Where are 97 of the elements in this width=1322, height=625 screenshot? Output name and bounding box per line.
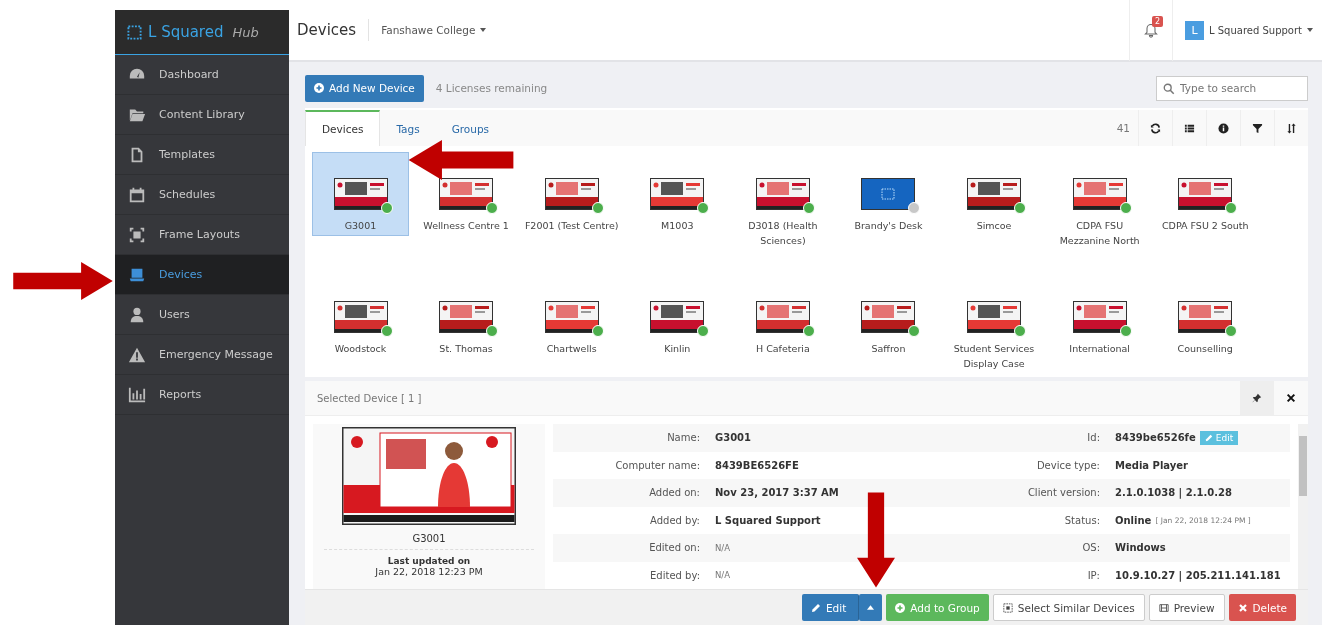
pencil-icon	[810, 602, 821, 613]
device-tile[interactable]: G3001	[313, 153, 408, 235]
tab[interactable]: Tags	[380, 110, 436, 146]
device-tile[interactable]: CDPA FSU Mezzanine North	[1052, 178, 1148, 250]
device-tile[interactable]: Brandy's Desk	[840, 178, 936, 235]
field-label: Added on:	[648, 487, 700, 499]
device-tile[interactable]: D3018 (Health Sciences)	[735, 178, 831, 250]
calendar-icon	[127, 185, 147, 204]
field-label: Added by:	[649, 514, 700, 526]
device-name: Chartwells	[546, 342, 597, 356]
bell-icon[interactable]	[1143, 22, 1159, 38]
device-name: D3018 (Health Sciences)	[747, 219, 819, 248]
device-name: Counselling	[1177, 342, 1233, 356]
device-tile[interactable]: M1003	[629, 178, 725, 235]
device-name: CDPA FSU Mezzanine North	[1058, 219, 1141, 248]
field-value: 8439BE6526FE	[715, 459, 799, 471]
field-label: Edited on:	[648, 542, 700, 554]
sidebar-item[interactable]: Devices	[115, 255, 289, 295]
device-tile[interactable]: Saffron	[840, 301, 936, 358]
device-name: H Cafeteria	[756, 342, 810, 356]
chart-icon	[127, 385, 147, 404]
organization-dropdown[interactable]: Fanshawe College	[381, 24, 487, 36]
field-label: Device type:	[1035, 459, 1100, 471]
device-tile[interactable]: H Cafeteria	[735, 301, 831, 358]
preview-device-name: G3001	[324, 533, 534, 550]
device-name: CDPA FSU 2 South	[1161, 219, 1249, 233]
last-updated-label: Last updated on	[387, 556, 471, 566]
device-name: Saffron	[871, 342, 906, 356]
device-name: St. Thomas	[439, 342, 493, 356]
device-name: G3001	[344, 219, 377, 233]
device-tile[interactable]: CDPA FSU 2 South	[1157, 178, 1253, 235]
device-name: Simcoe	[976, 219, 1012, 233]
notification-badge: 2	[1152, 16, 1164, 27]
field-label: Id:	[1086, 432, 1100, 444]
frame-icon	[127, 225, 147, 244]
device-tile[interactable]: Kinlin	[629, 301, 725, 358]
delete-button[interactable]: Delete	[1228, 594, 1296, 621]
device-name: Wellness Centre 1	[423, 219, 509, 233]
device-tile[interactable]: St. Thomas	[418, 301, 514, 358]
user-menu[interactable]: L L Squared Support	[1173, 20, 1322, 40]
device-name: Kinlin	[664, 342, 691, 356]
device-name: M1003	[661, 219, 694, 233]
field-label: IP:	[1086, 569, 1100, 581]
device-name: Brandy's Desk	[854, 219, 923, 233]
device-tile[interactable]: Simcoe	[946, 178, 1042, 235]
preview-button[interactable]: Preview	[1148, 594, 1225, 621]
field-label: Name:	[666, 432, 700, 444]
field-label: Client version:	[1026, 487, 1100, 499]
field-label: Computer name:	[614, 459, 700, 471]
device-tile[interactable]: Woodstock	[313, 301, 408, 358]
device-name: Student Services Display Case	[952, 342, 1036, 371]
licenses-text: 4 Licenses remaining	[435, 82, 548, 94]
field-value: Online	[1115, 514, 1152, 526]
page-title: Devices	[297, 21, 357, 39]
brand-name: L Squared	[148, 23, 224, 41]
field-label: OS:	[1081, 542, 1100, 554]
add-device-button[interactable]: Add New Device	[305, 74, 424, 102]
scrollbar[interactable]	[1298, 424, 1308, 589]
field-label: Status:	[1063, 514, 1100, 526]
tab[interactable]: Devices	[305, 110, 381, 146]
device-count: 41	[1116, 122, 1130, 134]
film-icon	[1158, 602, 1169, 613]
panel-title: Selected Device [ 1 ]	[316, 392, 422, 404]
search-icon	[1163, 82, 1175, 95]
field-value: L Squared Support	[715, 514, 821, 526]
plus-circle-icon	[314, 83, 324, 93]
field-value: Media Player	[1115, 459, 1188, 471]
device-name: F2001 (Test Centre)	[524, 219, 619, 233]
plus-circle-icon	[895, 602, 906, 613]
edit-button[interactable]: Edit	[801, 594, 860, 621]
dropdown-toggle[interactable]	[859, 594, 883, 621]
device-tile[interactable]: International	[1052, 301, 1148, 358]
field-value: 8439be6526fe	[1115, 432, 1196, 444]
select-similar-button[interactable]: Select Similar Devices	[992, 594, 1145, 621]
field-value: Windows	[1115, 542, 1166, 554]
tab[interactable]: Groups	[435, 110, 506, 146]
search-field[interactable]: Type to search	[1156, 75, 1308, 101]
field-value: Nov 23, 2017 3:37 AM	[715, 487, 839, 499]
logo-icon	[127, 24, 142, 40]
field-value: G3001	[715, 432, 752, 444]
close-icon	[1237, 602, 1248, 613]
field-value: 2.1.0.1038 | 2.1.0.28	[1115, 487, 1232, 499]
device-tile[interactable]: Wellness Centre 1	[418, 178, 514, 235]
pencil-icon	[1204, 433, 1213, 442]
device-name: Woodstock	[334, 342, 387, 356]
device-name: International	[1069, 342, 1130, 356]
brand-suffix: Hub	[232, 24, 259, 40]
last-updated-date: Jan 22, 2018 12:23 PM	[375, 566, 483, 577]
device-tile[interactable]: F2001 (Test Centre)	[524, 178, 620, 235]
caret-icon	[867, 605, 875, 610]
device-tile[interactable]: Chartwells	[524, 301, 620, 358]
field-label: Edited by:	[649, 569, 700, 581]
pin-icon[interactable]	[1240, 381, 1274, 415]
selection-icon	[1002, 602, 1013, 613]
device-tile[interactable]: Counselling	[1157, 301, 1253, 358]
field-value: 10.9.10.27 | 205.211.141.181	[1115, 569, 1281, 581]
device-tile[interactable]: Student Services Display Case	[946, 301, 1042, 373]
